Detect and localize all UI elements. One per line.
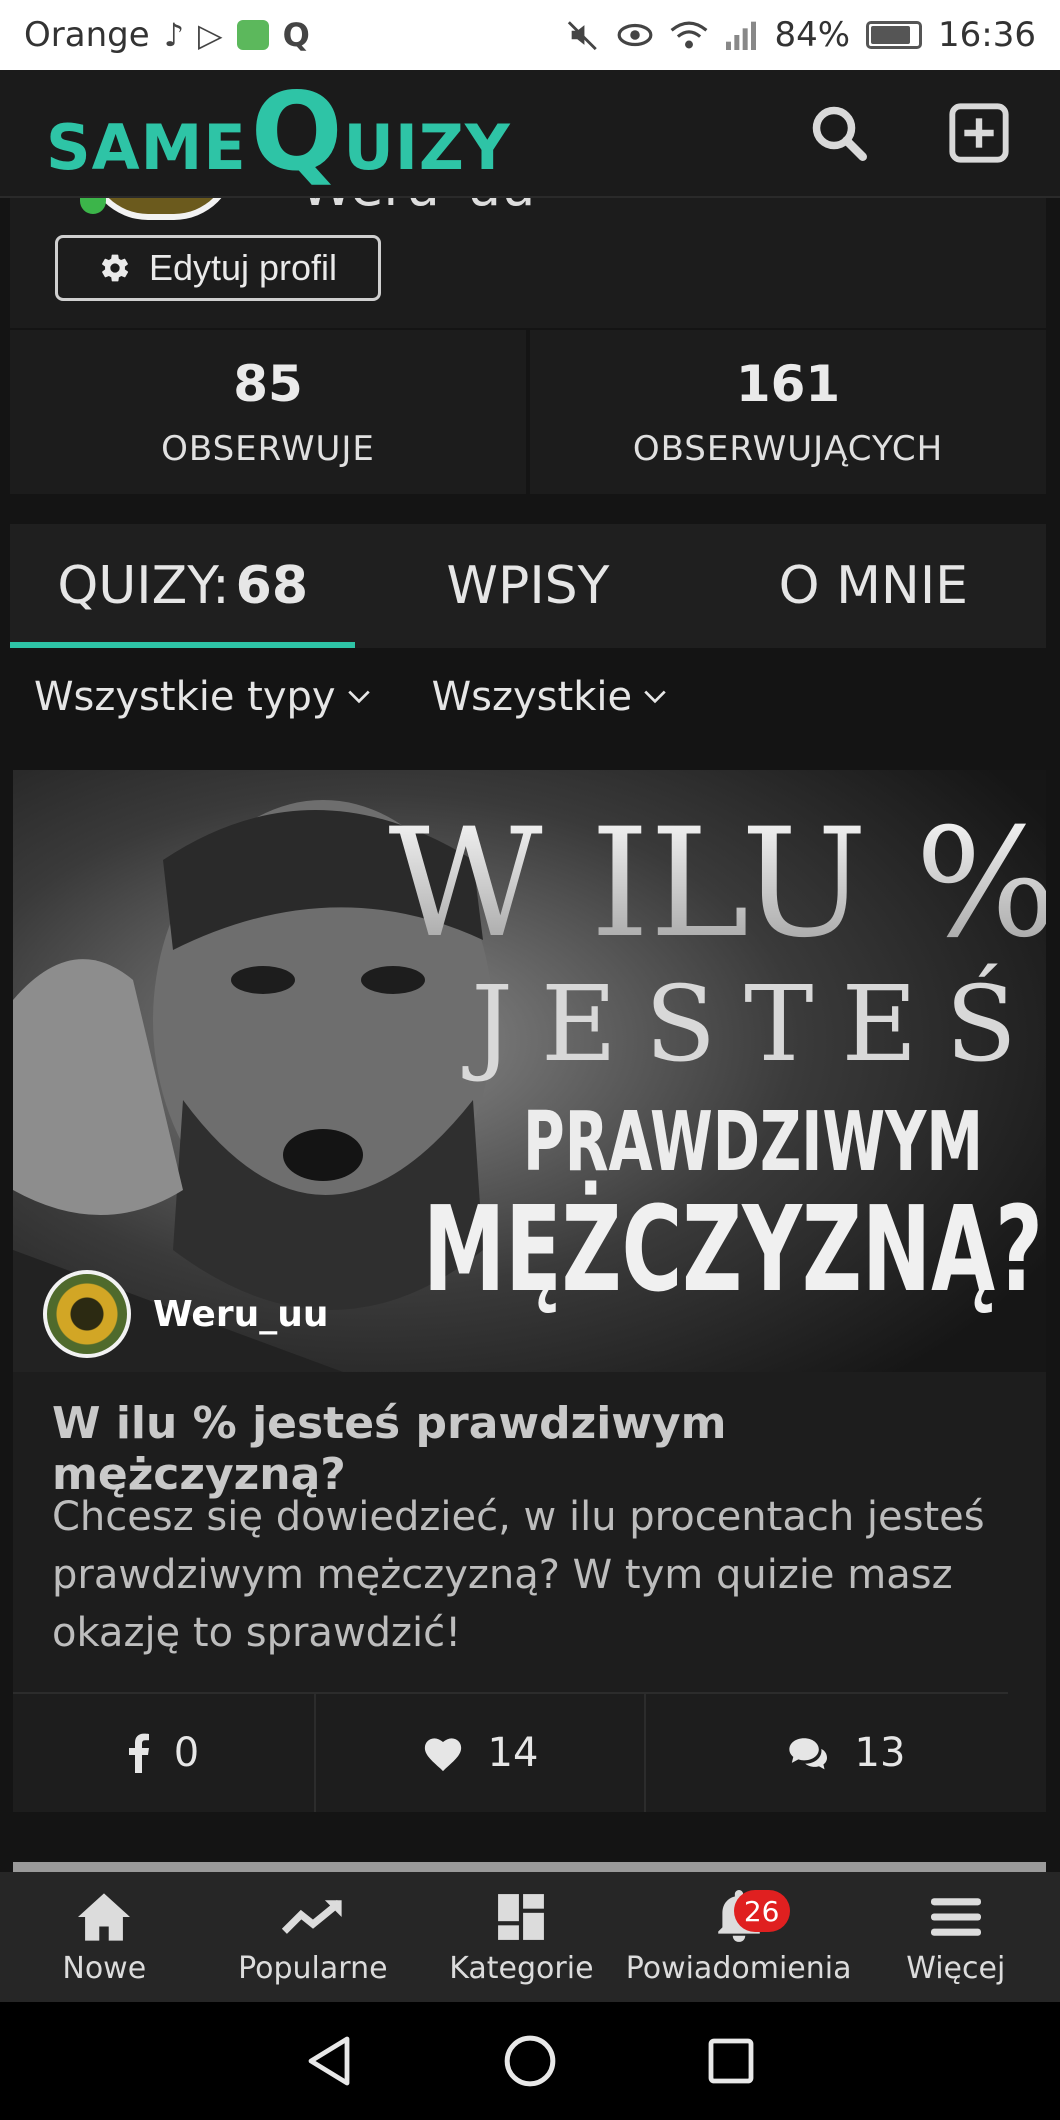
wifi-icon bbox=[670, 20, 708, 50]
add-quiz-button[interactable] bbox=[944, 98, 1014, 168]
bottom-navigation: Nowe Popularne Kategorie Powiadomienia 2… bbox=[0, 1872, 1060, 2002]
following-count: 85 bbox=[233, 355, 303, 413]
type-filter-dropdown[interactable]: Wszystkie typy bbox=[34, 674, 372, 720]
cover-text-line2: JESTEŚ bbox=[462, 962, 1044, 1085]
battery-percent: 84% bbox=[774, 15, 851, 55]
nav-more[interactable]: Więcej bbox=[851, 1872, 1060, 2002]
nav-popular-label: Popularne bbox=[238, 1950, 388, 1986]
status-bar: Orange ♪ ▷ Q 84% 16:36 bbox=[0, 0, 1060, 70]
share-count: 0 bbox=[173, 1730, 200, 1776]
type-filter-label: Wszystkie typy bbox=[34, 674, 336, 720]
followers-label: OBSERWUJĄCYCH bbox=[632, 429, 944, 469]
comments-button[interactable]: 13 bbox=[646, 1694, 1046, 1812]
battery-icon bbox=[866, 21, 923, 49]
nav-new-label: Nowe bbox=[62, 1950, 147, 1986]
plus-square-icon bbox=[949, 103, 1009, 163]
cover-text-line3: PRAWDZIWYM bbox=[523, 1095, 983, 1190]
back-icon[interactable] bbox=[305, 2035, 353, 2087]
search-button[interactable] bbox=[804, 98, 874, 168]
chevron-down-icon bbox=[347, 690, 370, 704]
nav-categories-label: Kategorie bbox=[449, 1950, 594, 1986]
carrier-name: Orange bbox=[24, 15, 150, 55]
nav-popular[interactable]: Popularne bbox=[209, 1872, 418, 2002]
scope-filter-label: Wszystkie bbox=[431, 674, 633, 720]
notifications-badge: 26 bbox=[733, 1890, 790, 1932]
eye-left-shape bbox=[231, 966, 295, 994]
like-button[interactable]: 14 bbox=[316, 1694, 646, 1812]
facebook-icon bbox=[128, 1733, 149, 1773]
following-label: OBSERWUJE bbox=[161, 429, 375, 469]
online-indicator bbox=[80, 198, 106, 214]
home-circle-icon[interactable] bbox=[503, 2034, 557, 2088]
tab-posts[interactable]: WPISY bbox=[355, 524, 700, 648]
edit-profile-button[interactable]: Edytuj profil bbox=[55, 235, 381, 301]
nav-notifications-label: Powiadomienia bbox=[625, 1950, 852, 1986]
trending-icon bbox=[281, 1899, 342, 1934]
logo-part-same: SAME bbox=[46, 111, 247, 184]
tab-posts-label: WPISY bbox=[446, 556, 610, 616]
followers-stat[interactable]: 161 OBSERWUJĄCYCH bbox=[530, 330, 1046, 494]
tab-about[interactable]: O MNIE bbox=[701, 524, 1046, 648]
comment-count: 13 bbox=[854, 1730, 906, 1776]
edit-profile-label: Edytuj profil bbox=[148, 247, 338, 288]
play-icon: ▷ bbox=[198, 16, 223, 54]
home-icon bbox=[78, 1892, 131, 1941]
chevron-down-icon bbox=[644, 690, 666, 704]
logo-part-q: Q bbox=[250, 70, 344, 195]
cover-text-line4: MĘŻCZYZNĄ? bbox=[423, 1180, 1043, 1318]
recents-icon[interactable] bbox=[707, 2037, 755, 2085]
nav-new[interactable]: Nowe bbox=[0, 1872, 209, 2002]
tiktok-icon: ♪ bbox=[163, 16, 185, 54]
cover-text-line1: W ILU % bbox=[388, 797, 1046, 971]
comments-icon bbox=[788, 1738, 827, 1770]
quiz-cover-image[interactable]: W ILU % JESTEŚ PRAWDZIWYM MĘŻCZYZNĄ? Wer… bbox=[13, 770, 1046, 1372]
eye-icon bbox=[616, 20, 654, 50]
menu-icon bbox=[930, 1897, 981, 1936]
logo-part-uizy: UIZY bbox=[343, 111, 511, 184]
nav-notifications[interactable]: Powiadomienia 26 bbox=[625, 1872, 852, 2002]
tab-quizzes-label: QUIZY: bbox=[57, 556, 230, 616]
quiz-title[interactable]: W ilu % jesteś prawdziwym mężczyzną? bbox=[52, 1398, 1012, 1500]
followers-count: 161 bbox=[735, 355, 841, 413]
quiz-filters: Wszystkie typy Wszystkie bbox=[34, 674, 668, 720]
app-icon bbox=[236, 20, 269, 50]
author-name[interactable]: Weru_uu bbox=[153, 1294, 328, 1335]
tab-quizzes-count: 68 bbox=[235, 556, 309, 616]
dashboard-icon bbox=[498, 1893, 545, 1940]
search-icon bbox=[812, 106, 867, 161]
scope-filter-dropdown[interactable]: Wszystkie bbox=[432, 674, 668, 720]
like-count: 14 bbox=[487, 1730, 539, 1776]
quiz-author[interactable]: Weru_uu bbox=[43, 1270, 328, 1358]
following-stat[interactable]: 85 OBSERWUJE bbox=[10, 330, 526, 494]
quora-icon: Q bbox=[282, 16, 310, 54]
quiz-description: Chcesz się dowiedzieć, w ilu procentach … bbox=[52, 1494, 985, 1656]
profile-header: Weru_uu Edytuj profil bbox=[10, 158, 1046, 328]
system-navigation-bar bbox=[0, 2002, 1060, 2120]
profile-tabs: QUIZY: 68 WPISY O MNIE bbox=[10, 524, 1046, 648]
samequizy-logo[interactable]: SAME Q UIZY bbox=[46, 79, 511, 187]
share-facebook-button[interactable]: 0 bbox=[13, 1694, 316, 1812]
app-header: SAME Q UIZY bbox=[0, 70, 1060, 198]
gear-icon bbox=[101, 254, 129, 282]
heart-icon bbox=[424, 1738, 461, 1772]
tab-quizzes[interactable]: QUIZY: 68 bbox=[10, 524, 356, 648]
profile-stats: 85 OBSERWUJE 161 OBSERWUJĄCYCH bbox=[10, 330, 1046, 494]
author-avatar[interactable] bbox=[43, 1270, 131, 1358]
tab-about-label: O MNIE bbox=[778, 556, 969, 616]
quiz-actions: 0 14 13 bbox=[13, 1694, 1046, 1812]
nav-more-label: Więcej bbox=[906, 1950, 1006, 1986]
mouth-shape bbox=[283, 1129, 363, 1181]
mute-icon bbox=[566, 18, 600, 52]
clock: 16:36 bbox=[938, 15, 1036, 55]
quiz-card[interactable]: W ILU % JESTEŚ PRAWDZIWYM MĘŻCZYZNĄ? Wer… bbox=[13, 770, 1046, 1812]
signal-icon bbox=[724, 20, 758, 50]
nav-categories[interactable]: Kategorie bbox=[417, 1872, 626, 2002]
